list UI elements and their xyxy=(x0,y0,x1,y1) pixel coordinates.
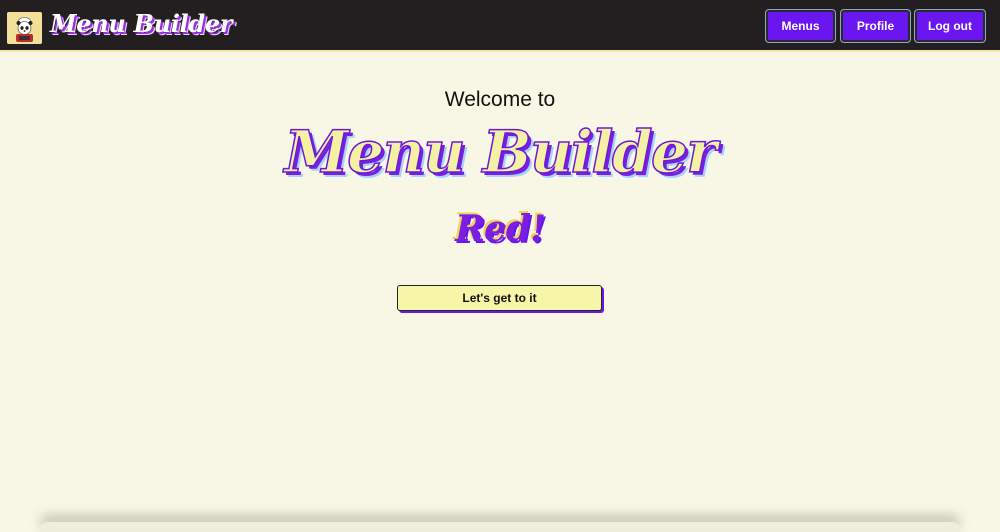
logo[interactable] xyxy=(7,12,42,44)
profile-button[interactable]: Profile xyxy=(841,10,910,42)
menus-button[interactable]: Menus xyxy=(766,10,835,42)
brand-title[interactable]: Menu Builder xyxy=(50,9,232,38)
navbar: Menu Builder Menus Profile Log out xyxy=(0,0,1000,52)
footer-shadow xyxy=(40,522,960,532)
welcome-text: Welcome to xyxy=(444,88,556,111)
hero-subtitle: Red! xyxy=(455,208,546,250)
hero-title: Menu Builder xyxy=(284,117,718,187)
logout-button[interactable]: Log out xyxy=(915,10,985,42)
panda-chef-icon xyxy=(7,12,42,44)
get-started-button[interactable]: Let's get to it xyxy=(397,285,602,311)
